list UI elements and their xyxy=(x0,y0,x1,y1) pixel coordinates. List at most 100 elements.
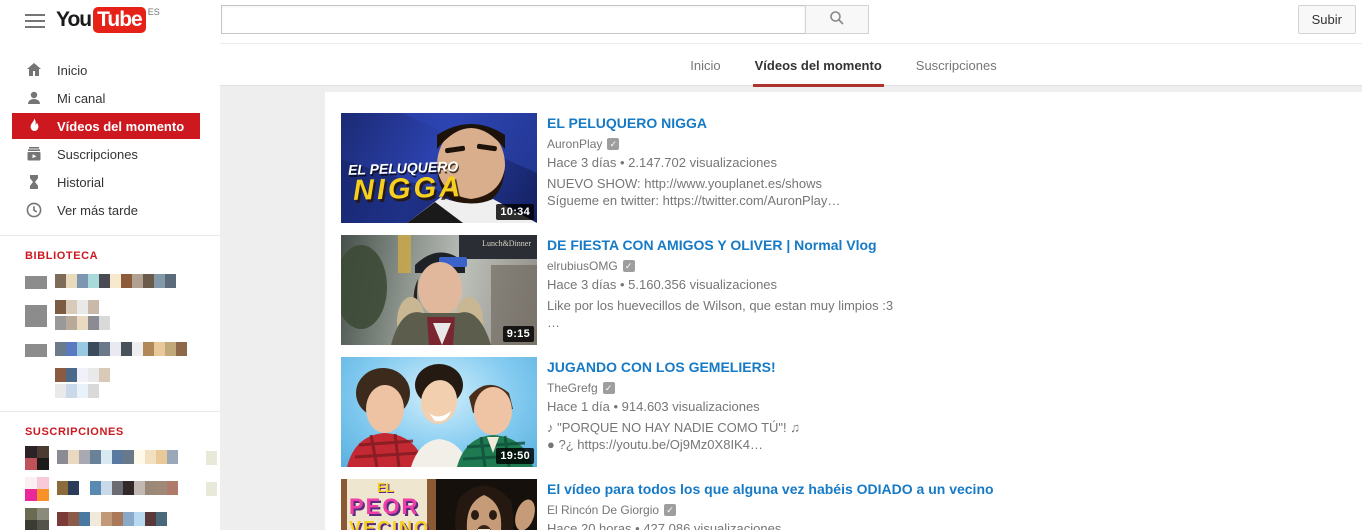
sidebar-item-ver-mas-tarde[interactable]: Ver más tarde xyxy=(0,196,200,224)
blurred-text xyxy=(55,368,110,382)
sidebar-item-inicio[interactable]: Inicio xyxy=(0,56,200,84)
sidebar-nav: Inicio Mi canal Vídeos del momento Suscr… xyxy=(0,43,220,224)
avatar xyxy=(25,477,49,501)
logo-region-label: ES xyxy=(147,7,160,17)
thumbnail-text: PEOR xyxy=(349,494,420,519)
sidebar-item-label: Inicio xyxy=(57,62,88,78)
duration-badge: 9:15 xyxy=(502,326,534,342)
sidebar-item-label: Vídeos del momento xyxy=(57,118,185,134)
library-item[interactable] xyxy=(25,368,220,400)
main-content: Inicio Vídeos del momento Suscripciones 10… xyxy=(220,43,1362,530)
library-section-title: BIBLIOTECA xyxy=(25,250,99,262)
video-title-link[interactable]: JUGANDO CON LOS GEMELIERS! xyxy=(547,359,800,375)
upload-button[interactable]: Subir xyxy=(1297,5,1356,34)
tab-inicio[interactable]: Inicio xyxy=(688,44,722,87)
channel-link[interactable]: El Rincón De Giorgio xyxy=(547,503,659,517)
blurred-text xyxy=(57,450,178,464)
blurred-text xyxy=(55,300,110,314)
blurred-text xyxy=(55,316,110,330)
sidebar-item-historial[interactable]: Historial xyxy=(0,168,200,196)
tab-bar: Inicio Vídeos del momento Suscripciones xyxy=(220,43,1362,87)
tab-suscripciones[interactable]: Suscripciones xyxy=(914,44,999,87)
subscriptions-section-title: SUSCRIPCIONES xyxy=(25,426,124,438)
sidebar-item-suscripciones[interactable]: Suscripciones xyxy=(0,140,200,168)
video-list-card: 10:34 EL PELUQUERO NIGGA EL PELUQUERO NIG… xyxy=(325,92,1362,530)
blurred-text xyxy=(57,481,178,495)
video-title-link[interactable]: El vídeo para todos los que alguna vez h… xyxy=(547,481,994,497)
thumbnail-text: VECINO xyxy=(349,518,431,530)
video-thumbnail[interactable]: 10:34 EL PELUQUERO NIGGA xyxy=(341,113,537,223)
verified-badge-icon: ✓ xyxy=(607,138,620,150)
channel-link[interactable]: TheGrefg xyxy=(547,381,598,395)
subscription-item[interactable] xyxy=(25,446,220,470)
channel-row: elrubiusOMG ✓ xyxy=(547,259,893,273)
description-line: ♪ "PORQUE NO HAY NADIE COMO TÚ"! ♫ xyxy=(547,420,801,435)
search-form xyxy=(221,5,869,34)
library-list xyxy=(0,270,220,400)
channel-link[interactable]: AuronPlay xyxy=(547,137,602,151)
description-line: Sígueme en twitter: https://twitter.com/… xyxy=(547,193,841,208)
thumbnail-text: NIGGA xyxy=(352,171,464,207)
video-row: EL PEOR VECINO El vídeo para todos los que… xyxy=(341,479,1362,530)
blurred-text xyxy=(55,342,187,356)
channel-row: TheGrefg ✓ xyxy=(547,381,800,395)
history-icon xyxy=(25,173,43,191)
subscriptions-icon xyxy=(25,145,43,163)
duration-badge: 19:50 xyxy=(496,448,534,464)
home-icon xyxy=(25,61,43,79)
video-title-link[interactable]: EL PELUQUERO NIGGA xyxy=(547,115,840,131)
sidebar-item-label: Suscripciones xyxy=(57,146,138,162)
video-thumbnail[interactable]: EL PEOR VECINO xyxy=(341,479,537,530)
library-item[interactable] xyxy=(25,338,220,362)
sidebar-divider xyxy=(0,235,220,236)
avatar xyxy=(25,446,49,470)
account-icon xyxy=(25,89,43,107)
playlist-icon xyxy=(25,378,47,391)
video-row: 10:34 EL PELUQUERO NIGGA EL PELUQUERO NIG… xyxy=(341,113,1362,223)
hamburger-menu-icon[interactable] xyxy=(25,14,45,28)
sidebar-item-mi-canal[interactable]: Mi canal xyxy=(0,84,200,112)
verified-badge-icon: ✓ xyxy=(622,260,635,272)
tab-videos-del-momento[interactable]: Vídeos del momento xyxy=(752,44,884,87)
sidebar-item-label: Mi canal xyxy=(57,90,106,106)
video-description: Like por los huevecillos de Wilson, que … xyxy=(547,297,893,331)
description-line: ● ?¿ https://youtu.be/Oj9Mz0X8IK4… xyxy=(547,437,763,452)
duration-badge: 10:34 xyxy=(496,204,534,220)
search-input[interactable] xyxy=(221,5,806,34)
search-button[interactable] xyxy=(805,5,869,34)
verified-badge-icon: ✓ xyxy=(602,382,615,394)
subscriptions-list xyxy=(0,446,220,530)
youtube-logo[interactable]: You Tube ES xyxy=(56,7,160,33)
channel-link[interactable]: elrubiusOMG xyxy=(547,259,618,273)
library-item[interactable] xyxy=(25,270,220,294)
subscription-item[interactable] xyxy=(25,477,220,501)
blurred-badge xyxy=(206,482,217,496)
video-thumbnail[interactable]: 19:50 xyxy=(341,357,537,467)
playlist-icon xyxy=(25,343,47,357)
sidebar-divider xyxy=(0,411,220,412)
sidebar: Inicio Mi canal Vídeos del momento Suscr… xyxy=(0,43,220,530)
subscription-item[interactable] xyxy=(25,508,220,530)
video-thumbnail[interactable]: 9:15 Lunch&Dinner xyxy=(341,235,537,345)
logo-you-text: You xyxy=(56,8,92,31)
thumbnail-text: Lunch&Dinner xyxy=(482,239,531,248)
video-meta: Hace 3 días • 2.147.702 visualizaciones xyxy=(547,155,778,170)
video-row: 9:15 Lunch&Dinner DE FIESTA CON AMIGOS Y… xyxy=(341,235,1362,345)
video-meta: Hace 20 horas • 427.086 visualizaciones xyxy=(547,521,782,530)
avatar xyxy=(25,508,49,530)
sidebar-item-label: Ver más tarde xyxy=(57,202,138,218)
video-info: EL PELUQUERO NIGGA AuronPlay ✓ Hace 3 dí… xyxy=(547,113,840,223)
watch-later-icon xyxy=(25,201,43,219)
description-line: … xyxy=(547,315,560,330)
channel-row: AuronPlay ✓ xyxy=(547,137,840,151)
video-row: 19:50 JUGANDO CON LOS GEMELIERS! TheGref… xyxy=(341,357,1362,467)
video-title-link[interactable]: DE FIESTA CON AMIGOS Y OLIVER | Normal V… xyxy=(547,237,893,253)
search-icon xyxy=(829,10,845,29)
library-item[interactable] xyxy=(25,300,220,332)
sidebar-item-videos-del-momento[interactable]: Vídeos del momento xyxy=(12,113,200,139)
blurred-text xyxy=(55,274,176,288)
video-description: NUEVO SHOW: http://www.youplanet.es/show… xyxy=(547,175,840,209)
blurred-text xyxy=(55,384,110,398)
video-info: JUGANDO CON LOS GEMELIERS! TheGrefg ✓ Ha… xyxy=(547,357,800,467)
description-line: Like por los huevecillos de Wilson, que … xyxy=(547,298,894,313)
